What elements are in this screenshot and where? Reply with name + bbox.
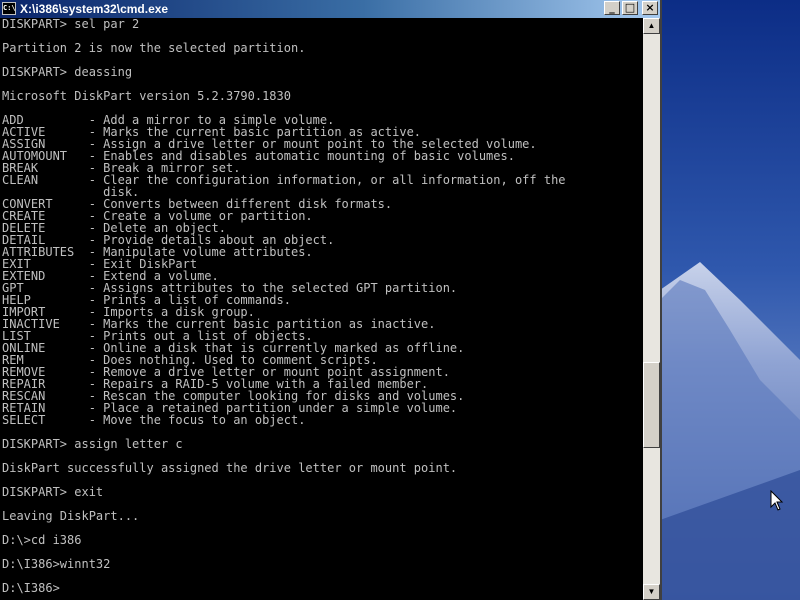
- maximize-icon: □: [624, 1, 636, 14]
- vertical-scrollbar[interactable]: ▲ ▼: [643, 18, 660, 600]
- window-titlebar[interactable]: C:\ X:\i386\system32\cmd.exe _ □ ×: [0, 0, 660, 18]
- cmd-window[interactable]: C:\ X:\i386\system32\cmd.exe _ □ × DISKP…: [0, 0, 662, 600]
- close-icon: ×: [645, 1, 655, 14]
- console-line: Partition 2 is now the selected partitio…: [2, 41, 306, 55]
- console-line: DiskPart successfully assigned the drive…: [2, 461, 458, 475]
- console-line: Microsoft DiskPart version 5.2.3790.1830: [2, 89, 291, 103]
- minimize-button[interactable]: _: [604, 1, 620, 15]
- scroll-down-button[interactable]: ▼: [643, 584, 660, 600]
- minimize-icon: _: [609, 1, 615, 14]
- console-line: D:\>cd i386: [2, 533, 82, 547]
- scroll-down-arrow-icon: ▼: [647, 587, 656, 596]
- console-line: SELECT - Move the focus to an object.: [2, 413, 306, 427]
- console-line: D:\I386>: [2, 581, 60, 595]
- console-line: DISKPART> deassing: [2, 65, 133, 79]
- console-line: Leaving DiskPart...: [2, 509, 140, 523]
- scroll-up-button[interactable]: ▲: [643, 18, 660, 34]
- console-line: DISKPART> assign letter c: [2, 437, 183, 451]
- scrollbar-thumb[interactable]: [643, 362, 660, 448]
- console-line: DISKPART> exit: [2, 485, 104, 499]
- console-line: DISKPART> sel par 2: [2, 18, 140, 31]
- maximize-button[interactable]: □: [622, 1, 638, 15]
- window-title: X:\i386\system32\cmd.exe: [20, 2, 169, 16]
- console-output[interactable]: DISKPART> sel par 2 Partition 2 is now th…: [0, 18, 643, 600]
- mouse-pointer-icon: [770, 490, 784, 511]
- scroll-up-arrow-icon: ▲: [647, 21, 656, 30]
- console-line: D:\I386>winnt32: [2, 557, 111, 571]
- cmd-window-icon[interactable]: C:\: [2, 2, 16, 15]
- close-button[interactable]: ×: [642, 1, 658, 15]
